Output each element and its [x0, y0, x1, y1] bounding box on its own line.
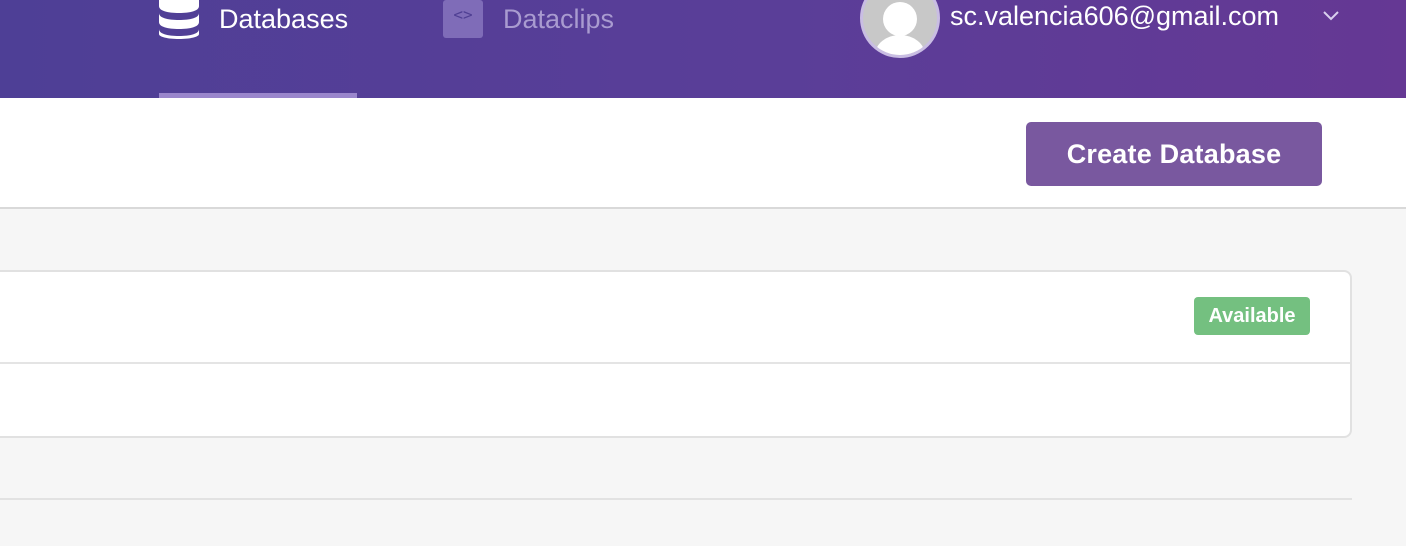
divider [0, 362, 1350, 364]
nav-databases-label: Databases [219, 4, 349, 34]
database-card[interactable]: Available [0, 270, 1352, 438]
avatar [860, 0, 940, 58]
chevron-down-icon[interactable] [1322, 8, 1340, 26]
nav-databases[interactable]: Databases [159, 0, 357, 98]
database-icon [159, 0, 201, 45]
top-navigation-bar: Databases <> Dataclips sc.valencia606@gm… [0, 0, 1406, 98]
nav-dataclips-label: Dataclips [503, 4, 615, 34]
account-menu[interactable]: sc.valencia606@gmail.com [860, 0, 1360, 60]
dataclips-icon: <> [443, 0, 483, 38]
account-email: sc.valencia606@gmail.com [950, 1, 1280, 31]
nav-dataclips[interactable]: <> Dataclips [443, 0, 643, 98]
status-badge: Available [1194, 297, 1310, 335]
toolbar: Create Database [0, 98, 1406, 209]
divider [0, 498, 1352, 500]
create-database-button[interactable]: Create Database [1026, 122, 1322, 186]
